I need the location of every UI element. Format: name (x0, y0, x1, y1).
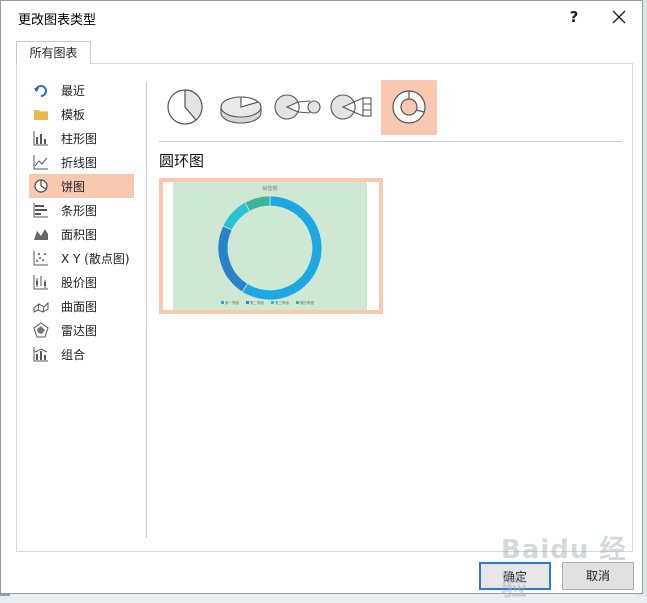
sidebar-item-label: 曲面图 (61, 300, 98, 314)
3d-pie-icon (220, 96, 262, 124)
subtype-doughnut[interactable] (381, 80, 437, 135)
legend-swatch (221, 301, 224, 304)
subtype-3d-pie[interactable] (213, 80, 269, 135)
sidebar-item-recent[interactable]: 最近 (29, 78, 134, 102)
legend-label: 第二季度 (250, 300, 264, 305)
legend-swatch (271, 301, 274, 304)
sidebar-item-label: 模板 (61, 108, 86, 122)
all-charts-panel: 最近 模板 柱形图 折线图 饼图 条形图 面积图 X Y (散点图) 股价图 曲… (16, 63, 633, 552)
sidebar-item-line[interactable]: 折线图 (29, 150, 134, 174)
column-chart-icon (33, 130, 49, 146)
subtype-pie-of-pie[interactable] (269, 80, 325, 135)
legend-label: 第四季度 (300, 300, 314, 305)
combo-chart-icon (33, 346, 49, 362)
folder-icon (33, 106, 49, 122)
bar-of-pie-icon (330, 94, 372, 120)
area-chart-icon (33, 226, 49, 242)
sidebar-item-label: 折线图 (61, 156, 98, 170)
surface-chart-icon (33, 298, 49, 314)
tab-strip: 所有图表 (13, 41, 630, 64)
panel-divider (146, 82, 147, 538)
stock-chart-icon (33, 274, 49, 290)
dialog-title: 更改图表类型 (18, 13, 97, 28)
pie-chart-icon (33, 178, 49, 194)
sidebar-item-label: 面积图 (61, 228, 98, 242)
doughnut-chart-preview: 销售额 第一季度 第二季度 第三季度 第四季度 (173, 182, 367, 310)
tab-all-charts[interactable]: 所有图表 (16, 41, 91, 64)
sidebar-item-stock[interactable]: 股价图 (29, 270, 134, 294)
sidebar-item-radar[interactable]: 雷达图 (29, 318, 134, 342)
scatter-chart-icon (33, 250, 49, 266)
sidebar-item-label: 雷达图 (61, 324, 98, 338)
sidebar-item-templates[interactable]: 模板 (29, 102, 134, 126)
close-button[interactable] (607, 5, 631, 29)
bar-chart-icon (33, 202, 49, 218)
sidebar-item-column[interactable]: 柱形图 (29, 126, 134, 150)
subtype-bar-of-pie[interactable] (325, 80, 381, 135)
baidu-watermark: Baidu 经验 (501, 535, 627, 602)
close-icon (612, 10, 626, 24)
sidebar-item-label: 柱形图 (61, 132, 98, 146)
sidebar-item-pie[interactable]: 饼图 (29, 174, 134, 198)
legend-swatch (246, 301, 249, 304)
pie-of-pie-icon (274, 94, 321, 120)
legend-label: 第三季度 (275, 300, 289, 305)
sidebar-item-label: 股价图 (61, 276, 98, 290)
sidebar-item-combo[interactable]: 组合 (29, 342, 134, 366)
title-bar: 更改图表类型 ? (1, 1, 642, 33)
legend-swatch (296, 301, 299, 304)
help-button[interactable]: ? (564, 6, 584, 28)
sidebar-item-bar[interactable]: 条形图 (29, 198, 134, 222)
subtype-separator (159, 141, 622, 142)
radar-chart-icon (33, 322, 49, 338)
sidebar-item-label: 最近 (61, 84, 86, 98)
sidebar-item-label: 条形图 (61, 204, 98, 218)
legend-label: 第一季度 (225, 300, 239, 305)
sidebar-item-label: X Y (散点图) (61, 252, 130, 266)
subtype-pie[interactable] (157, 80, 213, 135)
recent-icon (33, 82, 49, 98)
chart-preview[interactable]: 销售额 第一季度 第二季度 第三季度 第四季度 (159, 178, 383, 314)
line-chart-icon (33, 154, 49, 170)
sidebar-item-label: 组合 (61, 348, 86, 362)
sidebar-item-scatter[interactable]: X Y (散点图) (29, 246, 134, 270)
change-chart-type-dialog: 更改图表类型 ? 所有图表 最近 模板 柱形图 折线图 饼图 条形图 面积图 X… (0, 0, 643, 602)
pie-icon (167, 89, 203, 125)
sidebar-item-surface[interactable]: 曲面图 (29, 294, 134, 318)
sidebar-item-label: 饼图 (61, 180, 86, 194)
preview-chart-title: 销售额 (262, 185, 277, 192)
sidebar-item-area[interactable]: 面积图 (29, 222, 134, 246)
doughnut-icon (392, 90, 426, 124)
chart-subtype-title: 圆环图 (159, 152, 205, 170)
